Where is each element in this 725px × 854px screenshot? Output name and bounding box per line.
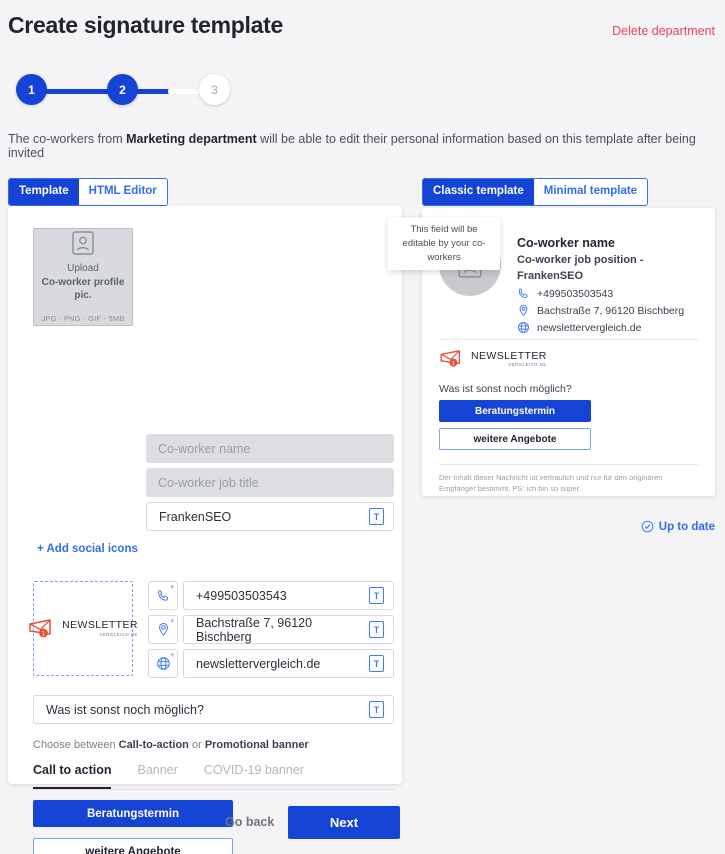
- chevron-down-icon: ▾: [170, 652, 174, 659]
- company-value: FrankenSEO: [159, 509, 232, 524]
- intro-prefix: The co-workers from: [8, 132, 127, 146]
- choose-bold-1: Call-to-action: [118, 739, 189, 751]
- logo-word-1: NEWSLETTER: [471, 349, 547, 362]
- preview-divider-bottom: [439, 464, 698, 465]
- delete-department-link[interactable]: Delete department: [612, 24, 715, 38]
- add-social-icons-link[interactable]: + Add social icons: [37, 543, 138, 555]
- coworker-job-title-field[interactable]: Co-worker job title: [146, 468, 394, 497]
- upload-profile-picture-button[interactable]: Upload Co-worker profile pic. JPG - PNG …: [33, 228, 133, 326]
- text-format-icon[interactable]: T: [369, 587, 384, 604]
- newsletter-logo: 1 NEWSLETTER VERGLEICH.DE: [28, 618, 138, 640]
- signature-editor-card: Upload Co-worker profile pic. JPG - PNG …: [8, 206, 402, 854]
- editor-mode-tabs: Template HTML Editor: [8, 178, 168, 206]
- location-pin-icon: [519, 304, 528, 317]
- logo-word-2: VERGLEICH.DE: [508, 362, 547, 368]
- upload-line-1: Upload: [67, 263, 99, 275]
- logo-word-2: VERGLEICH.DE: [99, 631, 138, 637]
- phone-value: +499503503543: [196, 588, 287, 603]
- extra-text-field[interactable]: Was ist sonst noch möglich? T: [33, 695, 394, 724]
- website-field[interactable]: newslettervergleich.de T: [183, 649, 394, 678]
- address-value: Bachstraße 7, 96120 Bischberg: [196, 615, 313, 644]
- website-value: newslettervergleich.de: [196, 656, 321, 671]
- preview-disclaimer: Der Inhalt dieser Nachricht ist vertraul…: [439, 473, 663, 494]
- preview-logo: 1 NEWSLETTER VERGLEICH.DE: [439, 349, 547, 369]
- cta-primary-button[interactable]: Beratungstermin: [33, 800, 233, 827]
- svg-text:1: 1: [452, 361, 455, 367]
- preview-website-row: newslettervergleich.de: [517, 321, 641, 334]
- tab-call-to-action[interactable]: Call to action: [33, 763, 112, 789]
- phone-icon: [157, 589, 168, 601]
- text-format-icon[interactable]: T: [369, 621, 384, 638]
- address-type-selector[interactable]: ▾: [148, 615, 178, 644]
- company-logo-dropzone[interactable]: 1 NEWSLETTER VERGLEICH.DE: [29, 581, 137, 676]
- envelope-megaphone-icon: 1: [29, 618, 51, 637]
- choose-hint: Choose between Call-to-action or Promoti…: [33, 739, 309, 751]
- preview-phone-row: +499503503543: [517, 287, 613, 300]
- extra-value: Was ist sonst noch möglich?: [46, 702, 204, 717]
- website-type-selector[interactable]: ▾: [148, 649, 178, 678]
- globe-icon: [156, 657, 170, 670]
- upload-line-2: Co-worker profile pic.: [41, 276, 125, 302]
- cta-tabs: Call to action Banner COVID-19 banner: [33, 763, 394, 790]
- next-button[interactable]: Next: [288, 806, 400, 839]
- phone-icon: [518, 288, 528, 299]
- up-to-date-status: Up to date: [641, 520, 715, 533]
- preview-phone-value: +499503503543: [537, 287, 614, 300]
- text-format-icon[interactable]: T: [369, 655, 384, 672]
- logo-word-1: NEWSLETTER: [62, 619, 138, 632]
- check-circle-icon: [641, 520, 654, 533]
- tab-template[interactable]: Template: [9, 179, 79, 205]
- preview-extra-text: Was ist sonst noch möglich?: [439, 383, 572, 395]
- stepper: 1 2 3: [8, 74, 233, 110]
- up-to-date-label: Up to date: [658, 520, 715, 533]
- go-back-button[interactable]: Go back: [225, 815, 274, 829]
- tab-minimal-template[interactable]: Minimal template: [533, 179, 648, 205]
- preview-divider-top: [439, 339, 698, 340]
- text-format-icon[interactable]: T: [369, 508, 384, 525]
- tab-html-editor[interactable]: HTML Editor: [78, 179, 167, 205]
- page-title: Create signature template: [8, 12, 283, 38]
- company-field[interactable]: FrankenSEO T: [146, 502, 394, 531]
- newsletter-logo: 1 NEWSLETTER VERGLEICH.DE: [439, 349, 547, 369]
- stepper-step-3[interactable]: 3: [199, 74, 230, 105]
- phone-field[interactable]: +499503503543 T: [183, 581, 394, 610]
- intro-department: Marketing department: [126, 132, 257, 146]
- chevron-down-icon: ▾: [170, 584, 174, 591]
- preview-cta-primary-button[interactable]: Beratungstermin: [439, 400, 591, 422]
- intro-text: The co-workers from Marketing department…: [8, 132, 725, 160]
- choose-middle: or: [188, 739, 205, 751]
- phone-type-selector[interactable]: ▾: [148, 581, 178, 610]
- editable-field-tooltip: This field will be editable by your co-w…: [388, 218, 500, 270]
- address-field[interactable]: Bachstraße 7, 96120 Bischberg T: [183, 615, 394, 644]
- preview-position: Co-worker job position - FrankenSEO: [517, 254, 644, 282]
- stepper-step-1[interactable]: 1: [16, 74, 47, 105]
- globe-icon: [517, 321, 530, 334]
- cta-secondary-button[interactable]: weitere Angebote: [33, 838, 233, 854]
- preview-name: Co-worker name: [517, 236, 615, 250]
- stepper-step-2[interactable]: 2: [107, 74, 138, 105]
- coworker-name-field[interactable]: Co-worker name: [146, 434, 394, 463]
- create-signature-template-page: Create signature template Delete departm…: [0, 0, 725, 854]
- preview-address-value: Bachstraße 7, 96120 Bischberg: [537, 304, 685, 317]
- preview-address-row: Bachstraße 7, 96120 Bischberg: [517, 304, 684, 317]
- text-format-icon[interactable]: T: [369, 701, 384, 718]
- tab-covid-banner[interactable]: COVID-19 banner: [204, 763, 304, 789]
- choose-prefix: Choose between: [33, 739, 119, 751]
- tab-banner[interactable]: Banner: [137, 763, 177, 789]
- upload-formats-hint: JPG - PNG - GIF - 5MB: [41, 313, 125, 323]
- chevron-down-icon: ▾: [170, 618, 174, 625]
- preview-cta-secondary-button[interactable]: weitere Angebote: [439, 428, 591, 450]
- choose-bold-2: Promotional banner: [204, 739, 309, 751]
- preview-website-value: newslettervergleich.de: [537, 321, 642, 334]
- envelope-megaphone-icon: 1: [440, 350, 461, 367]
- person-card-icon: [72, 231, 94, 255]
- tab-classic-template[interactable]: Classic template: [423, 179, 534, 205]
- location-pin-icon: [158, 622, 168, 636]
- preview-template-tabs: Classic template Minimal template: [422, 178, 649, 206]
